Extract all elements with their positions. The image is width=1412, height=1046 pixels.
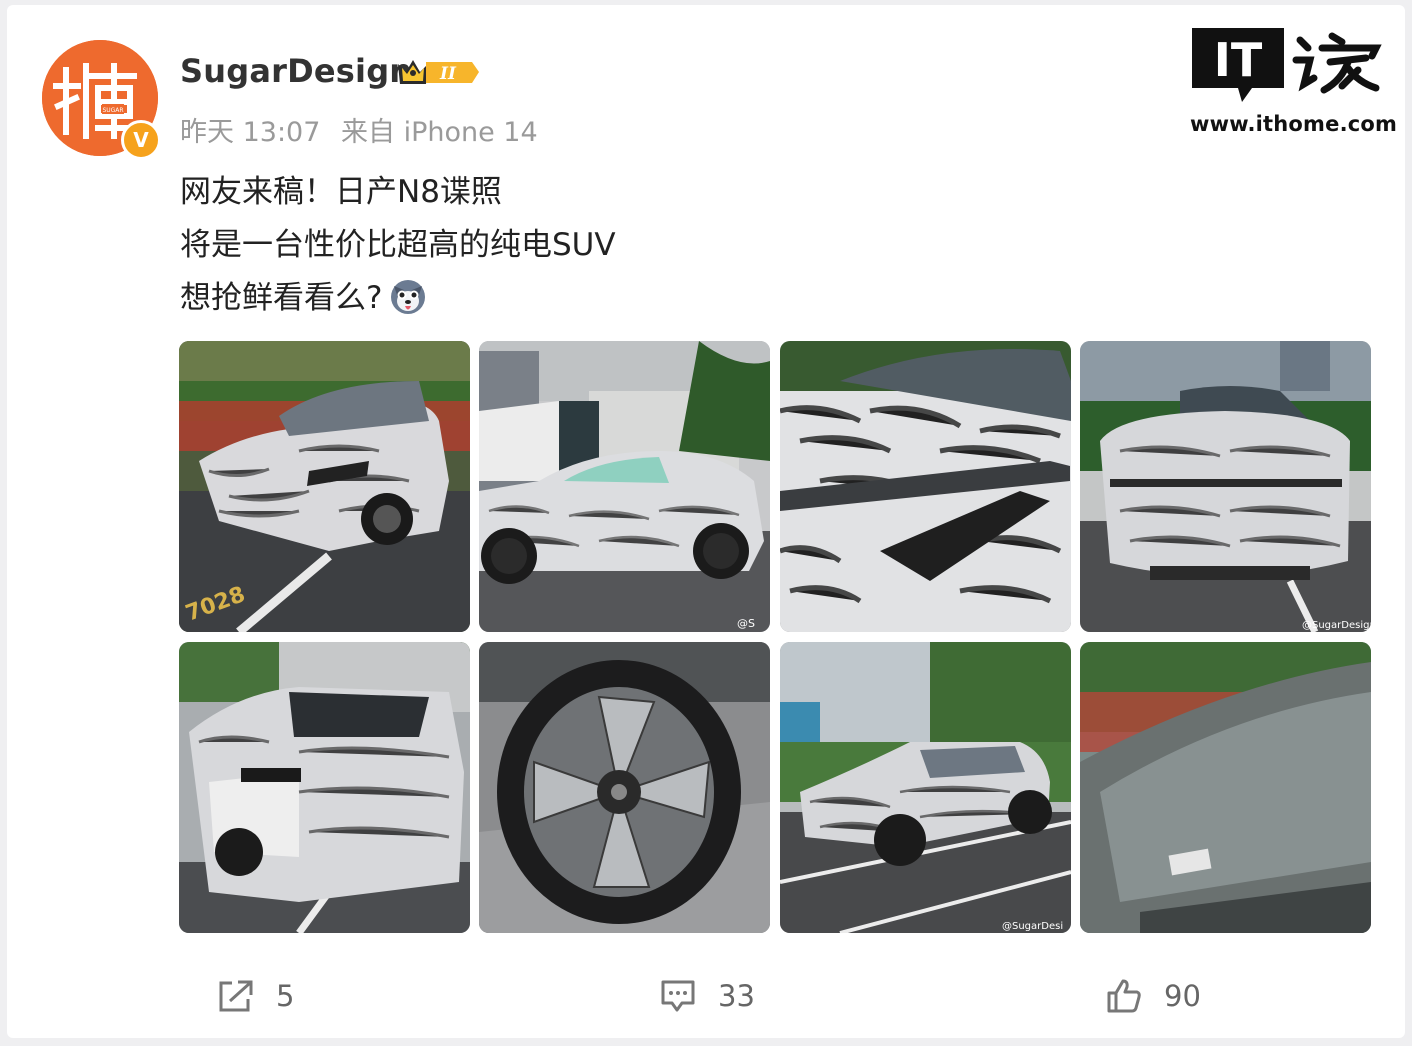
logo-text: IT xyxy=(1214,33,1263,87)
repost-icon xyxy=(219,980,253,1012)
photo-rear-quarter[interactable] xyxy=(179,642,470,933)
post-line: 想抢鲜看看么? xyxy=(180,280,383,316)
watermark-url: www.ithome.com xyxy=(1190,112,1398,136)
photo-parked-side[interactable]: @SugarDesi xyxy=(780,642,1071,933)
vip-level: II xyxy=(439,64,457,84)
avatar-small-text: SUGAR xyxy=(102,107,123,114)
post-meta: 昨天 13:07 来自 iPhone 14 xyxy=(180,110,538,149)
car-photo-image xyxy=(479,642,770,933)
photo-side-profile[interactable]: @S xyxy=(479,341,770,632)
post-time: 昨天 13:07 xyxy=(180,117,321,148)
vip-crown-icon[interactable]: II xyxy=(396,56,480,88)
thumbs-up-icon xyxy=(1107,979,1141,1013)
car-photo-image: @SugarDesign xyxy=(1080,341,1371,632)
post-source[interactable]: 来自 iPhone 14 xyxy=(341,117,538,148)
photo-watermark: @SugarDesi xyxy=(1002,921,1063,932)
photo-wheel[interactable] xyxy=(479,642,770,933)
car-photo-image: @SugarDesi xyxy=(780,642,1071,933)
post-text: 网友来稿！日产N8谍照 将是一台性价比超高的纯电SUV 想抢鲜看看么? xyxy=(180,166,616,325)
like-count: 90 xyxy=(1164,979,1201,1013)
car-photo-image: 7028 xyxy=(179,341,470,632)
photo-front-quarter[interactable]: 7028 xyxy=(179,341,470,632)
photo-front-view[interactable]: @SugarDesign xyxy=(1080,341,1371,632)
post-line: 将是一台性价比超高的纯电SUV xyxy=(180,227,616,263)
car-photo-image xyxy=(780,341,1071,632)
photo-front-closeup[interactable] xyxy=(780,341,1071,632)
username[interactable]: SugarDesign xyxy=(180,52,412,90)
photo-grid: 7028 @S @SugarDesign @SugarDesi xyxy=(179,341,1372,933)
photo-watermark: @S xyxy=(737,617,755,630)
car-photo-image xyxy=(179,642,470,933)
repost-button[interactable]: 5 xyxy=(218,976,294,1016)
comment-button[interactable]: 33 xyxy=(660,976,755,1016)
ithome-logo-icon: IT xyxy=(1192,28,1382,102)
like-button[interactable]: 90 xyxy=(1106,976,1201,1016)
comment-icon xyxy=(661,980,695,1012)
car-photo-image xyxy=(1080,642,1371,933)
dog-emoji-icon xyxy=(391,280,426,314)
photo-windshield[interactable] xyxy=(1080,642,1371,933)
car-photo-image: @S xyxy=(479,341,770,632)
post-line: 网友来稿！日产N8谍照 xyxy=(180,174,502,210)
repost-count: 5 xyxy=(276,979,295,1013)
comment-count: 33 xyxy=(718,979,755,1013)
post-line-emoji-row: 想抢鲜看看么? xyxy=(180,272,616,325)
verified-badge: V xyxy=(121,120,161,160)
photo-watermark: @SugarDesign xyxy=(1302,620,1371,631)
